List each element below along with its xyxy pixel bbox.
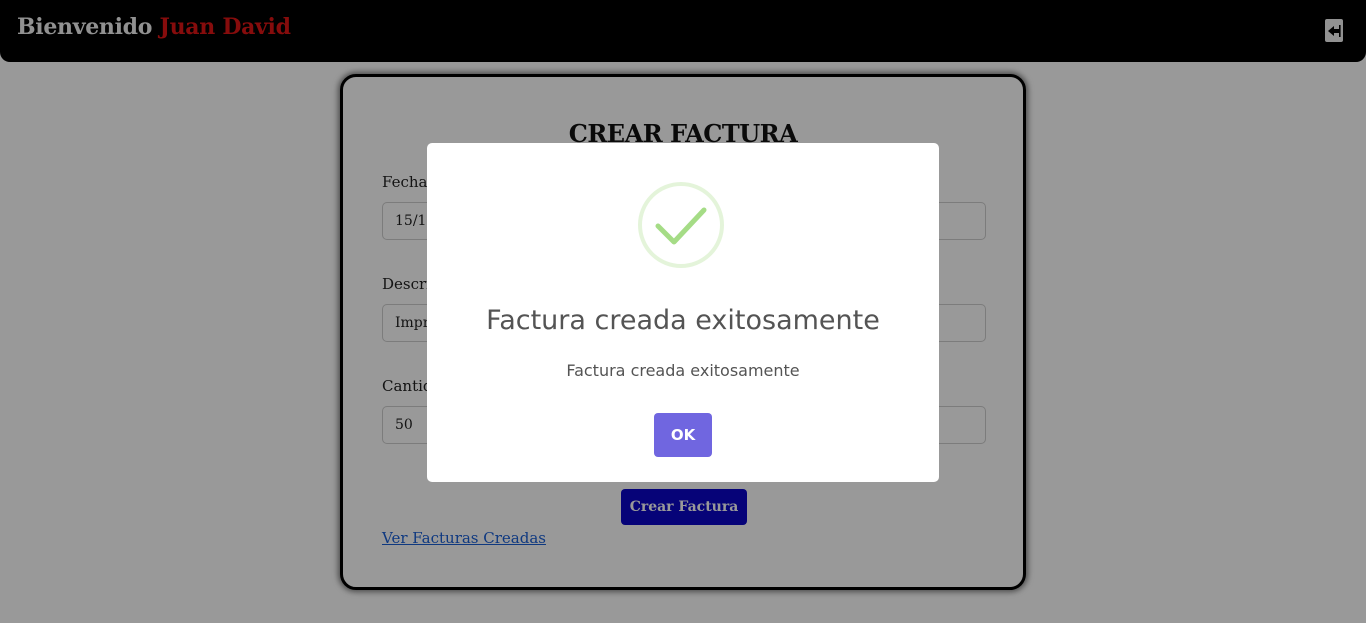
dialog-text: Factura creada exitosamente: [566, 361, 800, 380]
success-check-icon: [638, 182, 724, 268]
dialog-title: Factura creada exitosamente: [486, 305, 880, 336]
success-dialog: Factura creada exitosamente Factura crea…: [427, 143, 939, 482]
ok-button[interactable]: OK: [654, 413, 712, 457]
